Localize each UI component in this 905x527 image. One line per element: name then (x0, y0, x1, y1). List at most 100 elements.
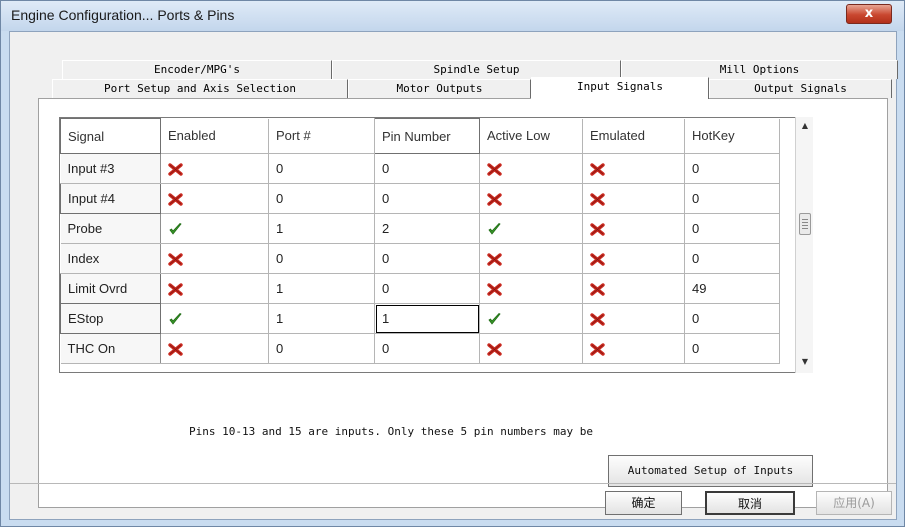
header-emulated[interactable]: Emulated (582, 118, 685, 154)
tab-row-bottom: Port Setup and Axis Selection Motor Outp… (52, 77, 902, 99)
close-button[interactable]: x (846, 4, 892, 24)
hotkey-cell[interactable]: 0 (684, 243, 780, 274)
title-bar[interactable]: Engine Configuration... Ports & Pins x (1, 1, 904, 31)
emulated-cell[interactable] (582, 333, 685, 364)
red-x-icon (590, 343, 605, 356)
red-x-icon (487, 283, 502, 296)
pin-number-cell[interactable]: 0 (374, 273, 480, 304)
tab-encoder-mpg[interactable]: Encoder/MPG's (62, 60, 332, 79)
enabled-cell[interactable] (160, 213, 269, 244)
hotkey-cell[interactable]: 0 (684, 183, 780, 214)
scrollbar-thumb[interactable] (799, 213, 811, 235)
signal-name-cell[interactable]: Probe (60, 213, 161, 244)
table-row[interactable]: THC On 0 0 0 (60, 333, 780, 364)
red-x-icon (590, 313, 605, 326)
header-enabled[interactable]: Enabled (160, 118, 269, 154)
signal-name-cell[interactable]: Limit Ovrd (60, 273, 161, 304)
header-hotkey[interactable]: HotKey (684, 118, 780, 154)
grid-header-row: Signal Enabled Port # Pin Number Active Low E… (60, 118, 780, 154)
port-cell[interactable]: 0 (268, 243, 375, 274)
enabled-cell[interactable] (160, 333, 269, 364)
port-cell[interactable]: 0 (268, 333, 375, 364)
pin-number-cell[interactable]: 0 (374, 183, 480, 214)
scroll-down-arrow-icon[interactable]: ▼ (800, 357, 810, 367)
active-low-cell[interactable] (479, 303, 583, 334)
emulated-cell[interactable] (582, 273, 685, 304)
green-check-icon (487, 223, 502, 236)
enabled-cell[interactable] (160, 243, 269, 274)
scroll-up-arrow-icon[interactable]: ▲ (800, 121, 810, 131)
hotkey-cell[interactable]: 0 (684, 333, 780, 364)
emulated-cell[interactable] (582, 213, 685, 244)
active-low-cell[interactable] (479, 153, 583, 184)
table-row[interactable]: Limit Ovrd 1 0 49 (60, 273, 780, 304)
signal-name-cell[interactable]: EStop (60, 303, 161, 334)
enabled-cell[interactable] (160, 273, 269, 304)
enabled-cell[interactable] (160, 303, 269, 334)
header-port[interactable]: Port # (268, 118, 375, 154)
pin-number-cell[interactable]: 2 (374, 213, 480, 244)
grid-body: Input #3 0 0 0 Input #4 0 0 0 Probe 1 2 0 Index 0 0 0 Li… (60, 153, 780, 364)
signal-name-cell[interactable]: THC On (60, 333, 161, 364)
emulated-cell[interactable] (582, 183, 685, 214)
pin-number-cell[interactable]: 0 (374, 153, 480, 184)
hotkey-cell[interactable]: 49 (684, 273, 780, 304)
emulated-cell[interactable] (582, 303, 685, 334)
green-check-icon (168, 223, 183, 236)
table-row[interactable]: Index 0 0 0 (60, 243, 780, 274)
active-low-cell[interactable] (479, 213, 583, 244)
table-row[interactable]: EStop 1 1 0 (60, 303, 780, 334)
header-active-low[interactable]: Active Low (479, 118, 583, 154)
red-x-icon (487, 193, 502, 206)
tab-row-top: Encoder/MPG's Spindle Setup Mill Options (62, 60, 899, 79)
tab-motor-outputs[interactable]: Motor Outputs (348, 79, 531, 98)
vertical-scrollbar[interactable]: ▲ ▼ (795, 117, 813, 373)
emulated-cell[interactable] (582, 243, 685, 274)
pin-number-cell[interactable]: 1 (374, 303, 480, 334)
active-low-cell[interactable] (479, 273, 583, 304)
signal-name-cell[interactable]: Index (60, 243, 161, 274)
red-x-icon (168, 253, 183, 266)
input-signals-panel: Signal Enabled Port # Pin Number Active Low E… (38, 98, 888, 508)
pin-number-cell[interactable]: 0 (374, 243, 480, 274)
pin-number-cell[interactable]: 0 (374, 333, 480, 364)
dialog-body: Encoder/MPG's Spindle Setup Mill Options… (9, 31, 899, 520)
port-cell[interactable]: 1 (268, 213, 375, 244)
port-cell[interactable]: 1 (268, 273, 375, 304)
enabled-cell[interactable] (160, 153, 269, 184)
emulated-cell[interactable] (582, 153, 685, 184)
tab-output-signals[interactable]: Output Signals (709, 79, 892, 98)
apply-button[interactable]: 应用(A) (816, 491, 892, 515)
port-cell[interactable]: 0 (268, 153, 375, 184)
active-low-cell[interactable] (479, 183, 583, 214)
signals-grid[interactable]: Signal Enabled Port # Pin Number Active Low E… (59, 117, 813, 373)
active-low-cell[interactable] (479, 243, 583, 274)
red-x-icon (168, 283, 183, 296)
port-cell[interactable]: 1 (268, 303, 375, 334)
green-check-icon (487, 313, 502, 326)
signals-table: Signal Enabled Port # Pin Number Active Low E… (60, 118, 780, 364)
header-pin-number[interactable]: Pin Number (374, 118, 480, 154)
signal-name-cell[interactable]: Input #4 (60, 183, 161, 214)
red-x-icon (590, 283, 605, 296)
tab-input-signals[interactable]: Input Signals (531, 77, 709, 99)
pin-info-note: Pins 10-13 and 15 are inputs. Only these… (189, 425, 593, 438)
red-x-icon (168, 343, 183, 356)
table-row[interactable]: Input #3 0 0 0 (60, 153, 780, 184)
hotkey-cell[interactable]: 0 (684, 213, 780, 244)
table-row[interactable]: Probe 1 2 0 (60, 213, 780, 244)
red-x-icon (590, 223, 605, 236)
ok-button[interactable]: 确定 (605, 491, 682, 515)
cancel-button[interactable]: 取消 (705, 491, 795, 515)
port-cell[interactable]: 0 (268, 183, 375, 214)
hotkey-cell[interactable]: 0 (684, 153, 780, 184)
active-low-cell[interactable] (479, 333, 583, 364)
enabled-cell[interactable] (160, 183, 269, 214)
hotkey-cell[interactable]: 0 (684, 303, 780, 334)
green-check-icon (168, 313, 183, 326)
tab-port-setup[interactable]: Port Setup and Axis Selection (52, 79, 348, 98)
header-signal[interactable]: Signal (60, 118, 161, 154)
signal-name-cell[interactable]: Input #3 (60, 153, 161, 184)
table-row[interactable]: Input #4 0 0 0 (60, 183, 780, 214)
red-x-icon (590, 163, 605, 176)
